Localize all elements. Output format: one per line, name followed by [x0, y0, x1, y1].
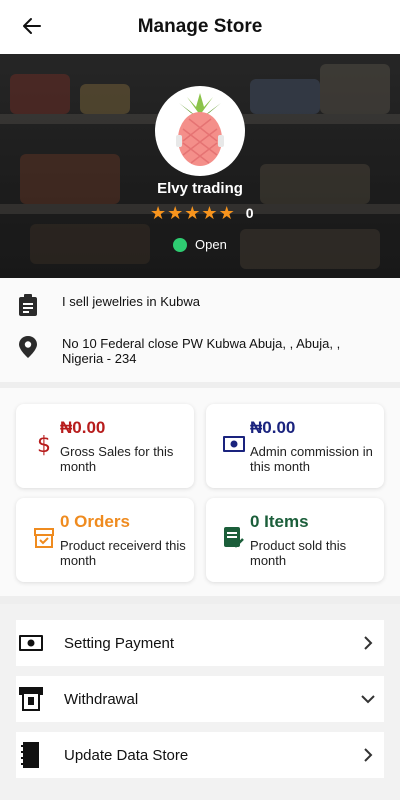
store-avatar[interactable]	[155, 86, 245, 176]
items-sold-value: 0 Items	[250, 512, 309, 531]
star-icon: ★	[150, 203, 167, 223]
store-data-icon	[18, 742, 44, 768]
order-icon	[32, 526, 56, 550]
menu-label: Update Data Store	[64, 746, 189, 764]
store-address: No 10 Federal close PW Kubwa Abuja, , Ab…	[62, 336, 341, 366]
store-menu: Setting Payment Withdrawal Update Data S…	[0, 604, 400, 800]
app-bar: Manage Store	[0, 0, 400, 54]
menu-item-withdrawal[interactable]: Withdrawal	[16, 676, 384, 722]
page-title: Manage Store	[137, 16, 263, 37]
menu-label: Withdrawal	[64, 690, 139, 708]
chevron-right-icon	[358, 745, 378, 765]
menu-label: Setting Payment	[64, 634, 175, 652]
withdrawal-icon	[18, 686, 44, 712]
orders-value: 0 Orders	[60, 512, 130, 531]
admin-commission-label: Admin commission in this month	[250, 444, 373, 474]
store-address-row: No 10 Federal close PW Kubwa Abuja, , Ab…	[18, 336, 352, 366]
back-button[interactable]	[18, 12, 46, 40]
items-sold-card[interactable]: 0 Items Product sold this month	[206, 498, 384, 582]
menu-item-update-data-store[interactable]: Update Data Store	[16, 732, 384, 778]
clipboard-icon	[19, 294, 37, 316]
store-name: Elvy trading	[157, 180, 243, 197]
orders-card[interactable]: 0 Orders Product receiverd this month	[16, 498, 194, 582]
status-text: Open	[195, 237, 227, 252]
rating-count: 0	[245, 205, 254, 221]
location-pin-icon	[19, 336, 37, 358]
sold-icon	[222, 526, 246, 550]
store-info: I sell jewelries in Kubwa No 10 Federal …	[0, 278, 400, 382]
dollar-icon: $	[32, 432, 56, 456]
store-description: I sell jewelries in Kubwa	[62, 294, 201, 309]
arrow-left-icon	[23, 18, 41, 34]
star-icon: ★	[201, 203, 218, 223]
admin-commission-value: ₦0.00	[250, 418, 296, 437]
admin-commission-card[interactable]: ₦0.00 Admin commission in this month	[206, 404, 384, 488]
cash-icon	[222, 432, 246, 456]
gross-sales-card[interactable]: $ ₦0.00 Gross Sales for this month	[16, 404, 194, 488]
chevron-down-icon	[358, 689, 378, 709]
star-icon: ★	[167, 203, 184, 223]
gross-sales-label: Gross Sales for this month	[60, 444, 174, 474]
orders-label: Product receiverd this month	[60, 538, 186, 568]
svg-text:$: $	[37, 433, 51, 456]
store-description-row: I sell jewelries in Kubwa	[18, 294, 352, 316]
menu-item-setting-payment[interactable]: Setting Payment	[16, 620, 384, 666]
stats-grid: $ ₦0.00 Gross Sales for this month ₦0.00…	[0, 388, 400, 596]
store-rating: ★ ★ ★ ★ ★ 0	[150, 204, 254, 222]
store-banner: Elvy trading ★ ★ ★ ★ ★ 0 Open	[0, 54, 400, 278]
star-icon: ★	[218, 203, 235, 223]
chevron-right-icon	[358, 633, 378, 653]
store-status: Open	[173, 237, 227, 252]
gross-sales-value: ₦0.00	[60, 418, 106, 437]
star-icon: ★	[184, 203, 201, 223]
status-dot-icon	[173, 237, 187, 252]
items-sold-label: Product sold this month	[250, 538, 347, 568]
payment-icon	[18, 630, 44, 656]
pineapple-purse-icon	[176, 93, 224, 166]
